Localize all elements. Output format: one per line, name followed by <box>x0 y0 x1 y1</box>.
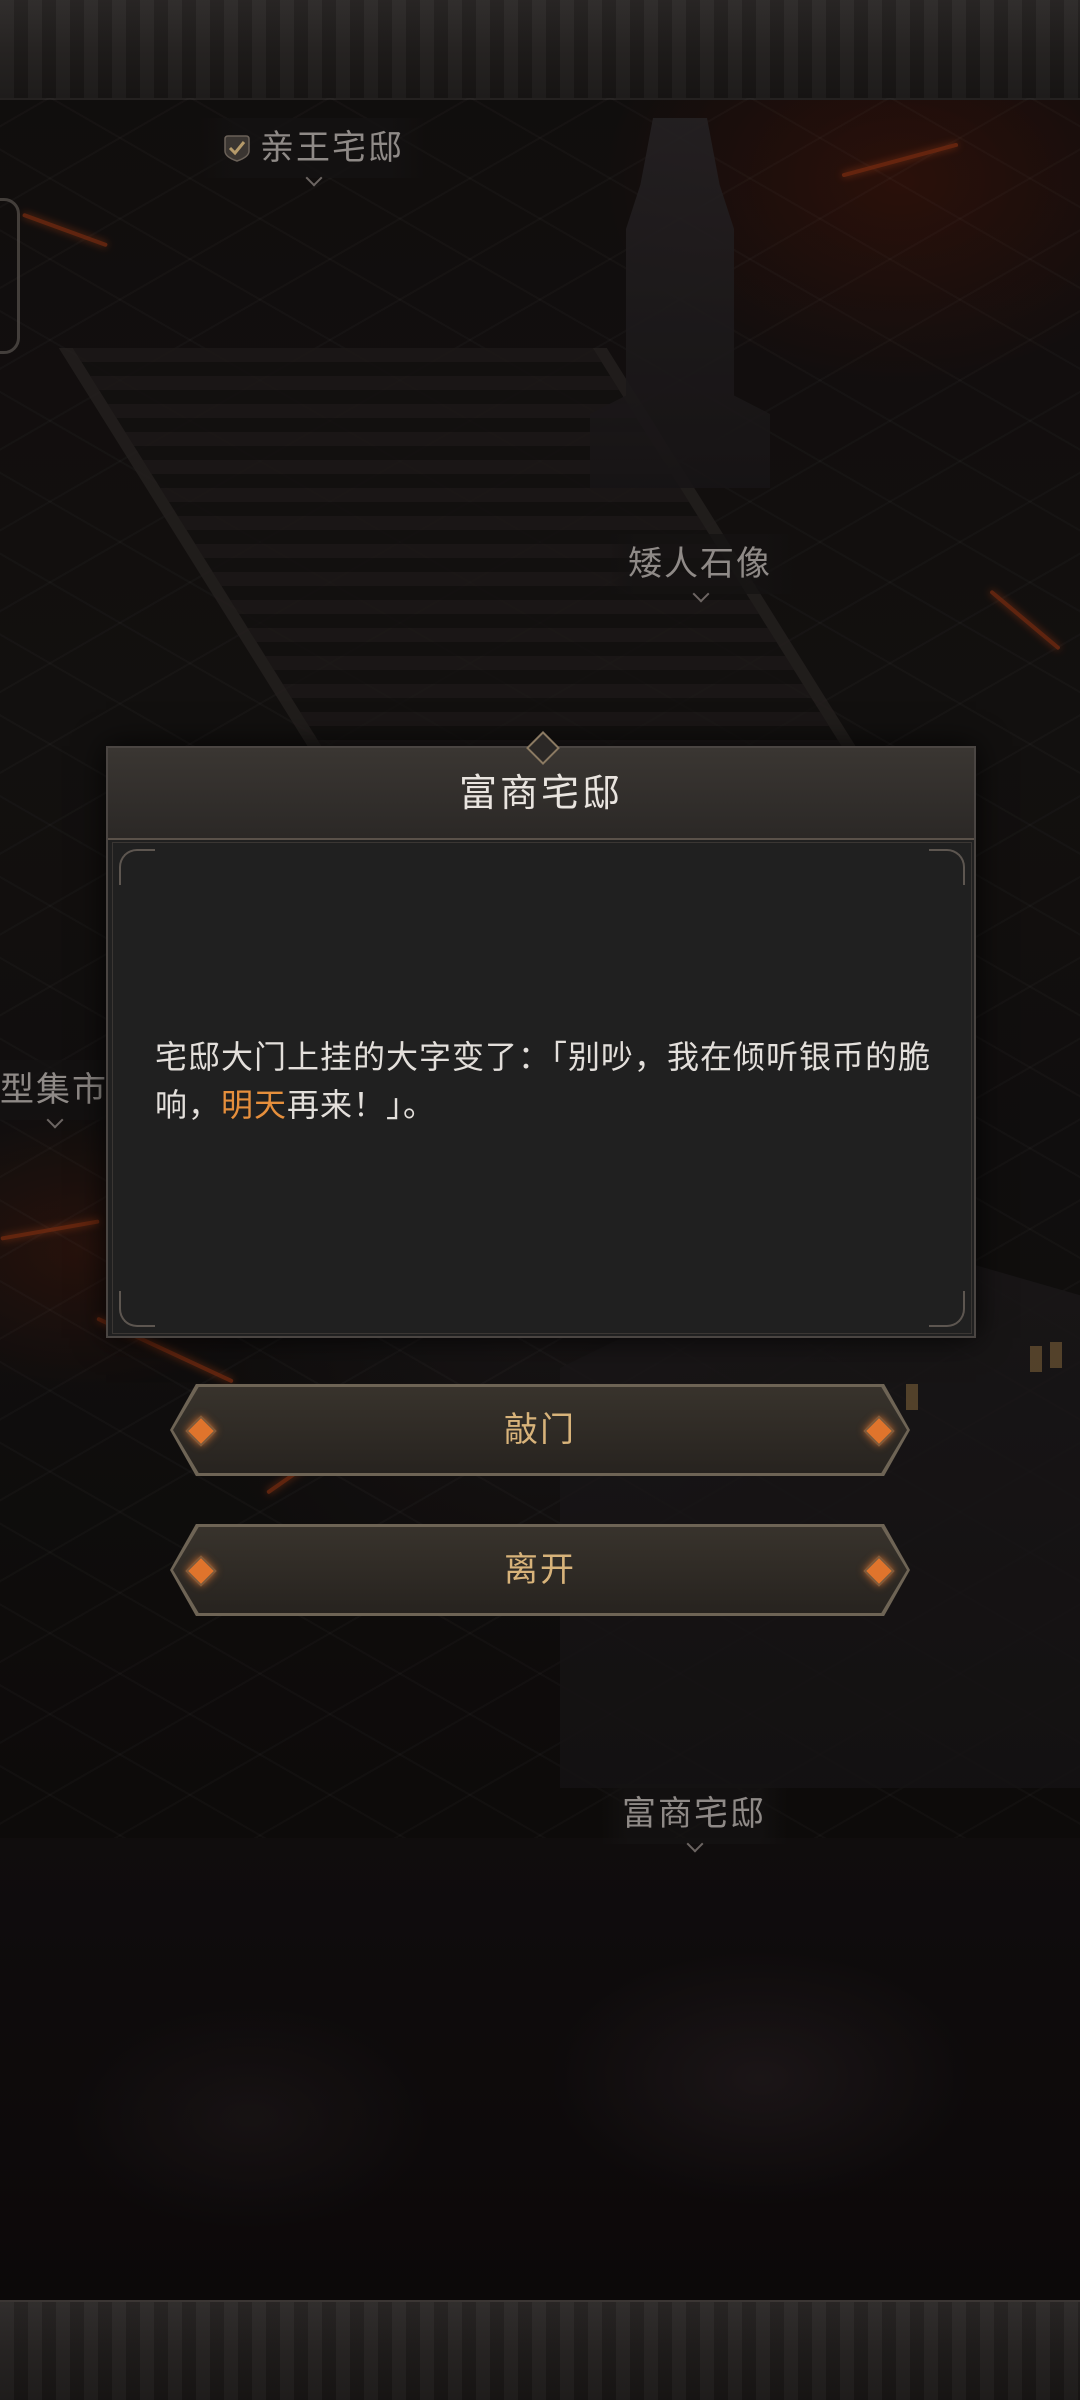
game-screen: 亲王宅邸 矮人石像 型集市 富商宅邸 富商宅邸 宅邸大门上挂的大字变了：「别吵，… <box>0 0 1080 2400</box>
location-label-merchant-mansion[interactable]: 富商宅邸 <box>600 1784 788 1844</box>
location-label-text: 矮人石像 <box>628 544 772 584</box>
event-dialog: 富商宅邸 宅邸大门上挂的大字变了：「别吵，我在倾听银币的脆响，明天再来！」。 <box>106 731 976 1338</box>
location-label-text: 富商宅邸 <box>622 1794 766 1834</box>
dialog-title: 富商宅邸 <box>458 771 623 815</box>
dialog-message: 宅邸大门上挂的大字变了：「别吵，我在倾听银币的脆响，明天再来！」。 <box>155 1033 935 1129</box>
top-ornament-bar <box>0 0 1080 100</box>
bottom-ornament-bar <box>0 2300 1080 2400</box>
knock-button-label: 敲门 <box>504 1410 576 1450</box>
message-highlight: 明天 <box>221 1086 288 1124</box>
location-label-dwarf-statue[interactable]: 矮人石像 <box>606 534 794 594</box>
location-label-text: 型集市 <box>0 1070 108 1110</box>
side-panel-tab[interactable] <box>0 198 20 354</box>
corner-ornament <box>119 1291 155 1327</box>
knock-button[interactable]: 敲门 <box>170 1384 910 1476</box>
leave-button-label: 离开 <box>504 1550 576 1590</box>
corner-ornament <box>929 849 965 885</box>
message-text-end: 再来！」。 <box>287 1086 437 1124</box>
dialog-header: 富商宅邸 <box>108 731 974 840</box>
location-label-text: 亲王宅邸 <box>260 128 404 168</box>
corner-ornament <box>119 849 155 885</box>
check-icon <box>224 135 250 162</box>
location-label-prince-mansion[interactable]: 亲王宅邸 <box>200 118 426 178</box>
corner-ornament <box>929 1291 965 1327</box>
dialog-body: 宅邸大门上挂的大字变了：「别吵，我在倾听银币的脆响，明天再来！」。 <box>112 842 972 1334</box>
leave-button[interactable]: 离开 <box>170 1524 910 1616</box>
